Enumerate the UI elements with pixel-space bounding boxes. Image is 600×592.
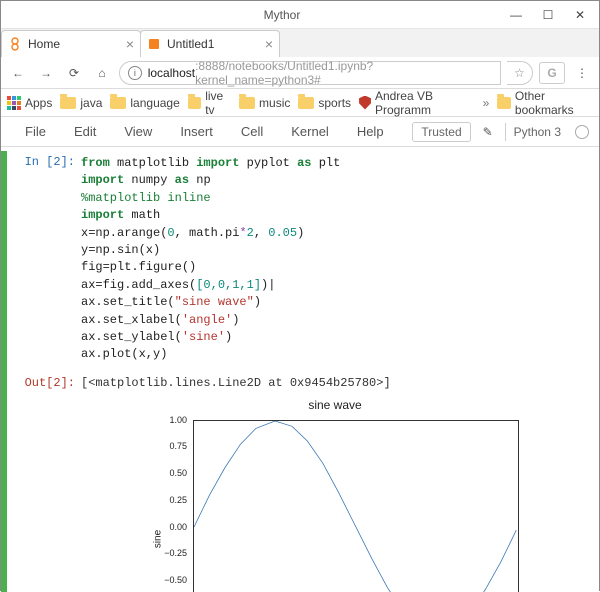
code-editor[interactable]: from matplotlib import pyplot as plt imp… bbox=[81, 153, 589, 364]
menu-edit[interactable]: Edit bbox=[60, 124, 110, 139]
apps-label: Apps bbox=[25, 96, 52, 110]
other-bookmarks[interactable]: Other bookmarks bbox=[497, 89, 593, 117]
menu-file[interactable]: File bbox=[11, 124, 60, 139]
output-text: [<matplotlib.lines.Line2D at 0x9454b2578… bbox=[81, 374, 391, 390]
kernel-name[interactable]: Python 3 bbox=[505, 123, 569, 141]
edit-icon[interactable]: ✎ bbox=[477, 121, 499, 143]
notebook-favicon-icon bbox=[147, 37, 161, 51]
tab-close-icon[interactable]: × bbox=[257, 36, 273, 52]
url-path: :8888/notebooks/Untitled1.ipynb?kernel_n… bbox=[195, 59, 492, 87]
bookmark-folder-language[interactable]: language bbox=[110, 96, 179, 110]
home-button[interactable]: ⌂ bbox=[91, 62, 113, 84]
jupyter-menubar: File Edit View Insert Cell Kernel Help T… bbox=[1, 117, 599, 147]
folder-icon bbox=[188, 97, 201, 109]
tab-label: Untitled1 bbox=[167, 37, 214, 51]
folder-icon bbox=[239, 97, 255, 109]
menu-insert[interactable]: Insert bbox=[166, 124, 227, 139]
jupyter-favicon-icon bbox=[8, 37, 22, 51]
bookmarks-bar: Apps java language live tv music sports … bbox=[1, 89, 599, 117]
trusted-indicator[interactable]: Trusted bbox=[412, 122, 470, 142]
forward-button[interactable]: → bbox=[35, 62, 57, 84]
chart-output: sine wave sine angle 1.000.750.500.250.0… bbox=[81, 398, 589, 592]
address-bar: ← → ⟳ ⌂ i localhost :8888/notebooks/Unti… bbox=[1, 57, 599, 89]
menu-cell[interactable]: Cell bbox=[227, 124, 277, 139]
bookmark-folder-livetv[interactable]: live tv bbox=[188, 89, 231, 117]
apps-shortcut[interactable]: Apps bbox=[7, 96, 52, 110]
plot-area bbox=[193, 420, 519, 592]
folder-icon bbox=[298, 97, 314, 109]
bookmark-andrea[interactable]: Andrea VB Programm bbox=[359, 89, 475, 117]
back-button[interactable]: ← bbox=[7, 62, 29, 84]
minimize-button[interactable]: — bbox=[501, 4, 531, 26]
url-host: localhost bbox=[148, 66, 195, 80]
url-input[interactable]: i localhost :8888/notebooks/Untitled1.ip… bbox=[119, 61, 501, 85]
bookmark-folder-sports[interactable]: sports bbox=[298, 96, 351, 110]
menu-view[interactable]: View bbox=[110, 124, 166, 139]
maximize-button[interactable]: ☐ bbox=[533, 4, 563, 26]
search-engine-icon[interactable]: G bbox=[539, 62, 565, 84]
output-prompt: Out[2]: bbox=[9, 374, 81, 390]
chart-title: sine wave bbox=[81, 398, 589, 412]
apps-grid-icon bbox=[7, 96, 21, 110]
menu-help[interactable]: Help bbox=[343, 124, 398, 139]
notebook-area[interactable]: In [2]: from matplotlib import pyplot as… bbox=[1, 147, 599, 592]
input-prompt: In [2]: bbox=[9, 153, 81, 169]
browser-tab-home[interactable]: Home × bbox=[1, 30, 141, 57]
menu-kernel[interactable]: Kernel bbox=[277, 124, 343, 139]
y-axis-ticks: 1.000.750.500.250.00−0.25−0.50−0.75−1.00 bbox=[145, 420, 191, 592]
site-info-icon[interactable]: i bbox=[128, 66, 142, 80]
reload-button[interactable]: ⟳ bbox=[63, 62, 85, 84]
folder-icon bbox=[110, 97, 126, 109]
bookmark-star-icon[interactable]: ☆ bbox=[507, 61, 533, 85]
shield-icon bbox=[359, 96, 371, 110]
folder-icon bbox=[60, 97, 76, 109]
chart-box: sine angle 1.000.750.500.250.00−0.25−0.5… bbox=[145, 414, 525, 592]
tab-close-icon[interactable]: × bbox=[118, 36, 134, 52]
code-cell[interactable]: In [2]: from matplotlib import pyplot as… bbox=[9, 151, 599, 592]
bookmark-folder-java[interactable]: java bbox=[60, 96, 102, 110]
browser-tab-notebook[interactable]: Untitled1 × bbox=[140, 30, 280, 57]
cell-run-indicator bbox=[1, 151, 7, 592]
browser-menu-icon[interactable]: ⋮ bbox=[571, 62, 593, 84]
kernel-status-icon bbox=[575, 125, 589, 139]
tab-label: Home bbox=[28, 37, 60, 51]
bookmark-folder-music[interactable]: music bbox=[239, 96, 290, 110]
window-titlebar: Mythor — ☐ ✕ bbox=[1, 1, 599, 29]
close-button[interactable]: ✕ bbox=[565, 4, 595, 26]
bookmarks-overflow[interactable]: » bbox=[483, 96, 490, 110]
window-title: Mythor bbox=[264, 8, 301, 22]
sine-line bbox=[194, 421, 518, 592]
folder-icon bbox=[497, 97, 511, 109]
browser-tabstrip: Home × Untitled1 × bbox=[1, 29, 599, 57]
